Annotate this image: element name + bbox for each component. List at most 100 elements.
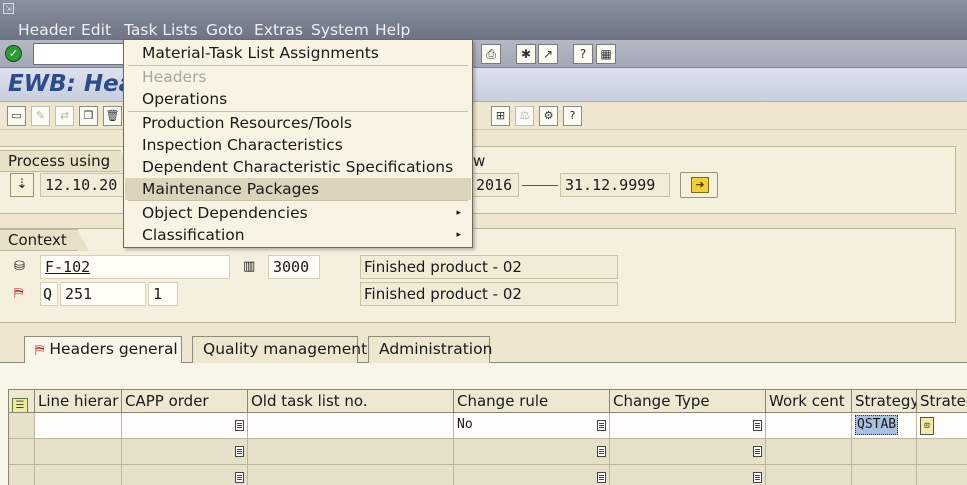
table-cell	[917, 439, 967, 465]
menu-edit[interactable]: Edit	[81, 21, 111, 39]
value-help-icon[interactable]	[235, 472, 244, 483]
hierarchy-icon[interactable]: ⊞	[491, 106, 510, 126]
menu-item-operations[interactable]: Operations	[125, 88, 471, 110]
layout-icon[interactable]: ▦	[596, 44, 616, 64]
submenu-arrow-icon: ▸	[456, 230, 461, 240]
table-cell[interactable]	[122, 413, 248, 439]
table-cell	[766, 465, 852, 485]
table-cell	[248, 439, 454, 465]
row-selector[interactable]	[9, 465, 35, 485]
change-rule-cell[interactable]: No	[454, 413, 610, 439]
table-settings-icon[interactable]: ☰	[9, 389, 35, 413]
table-cell	[122, 465, 248, 485]
menu-item-material-task-list-assignments[interactable]: Material-Task List Assignments	[125, 42, 471, 64]
menu-item-dependent-characteristic-specifications[interactable]: Dependent Characteristic Specifications	[125, 156, 471, 178]
menu-task-lists[interactable]: Task Lists	[124, 21, 198, 39]
table-cell	[454, 439, 610, 465]
value-help-icon[interactable]	[597, 472, 606, 483]
menu-item-label: Dependent Characteristic Specifications	[142, 158, 454, 176]
task-list-tab-icon: ⛿	[35, 343, 45, 358]
date-to-field[interactable]: 31.12.9999	[560, 173, 670, 197]
table-cell[interactable]	[248, 413, 454, 439]
help-icon[interactable]: ?	[573, 44, 593, 64]
col-change-rule[interactable]: Change rule	[454, 389, 610, 413]
menu-item-label: Maintenance Packages	[142, 180, 320, 198]
col-line-hierarchy[interactable]: Line hierar	[35, 389, 122, 413]
table-cell	[852, 465, 917, 485]
find-icon[interactable]: ✱	[516, 44, 536, 64]
table-cell[interactable]	[766, 413, 852, 439]
tab-administration[interactable]: Administration	[368, 336, 493, 363]
create-icon[interactable]: ▭	[7, 106, 26, 126]
task-list-icon: ⛿	[14, 286, 24, 301]
value-help-icon[interactable]	[753, 472, 762, 483]
menu-item-classification[interactable]: Classification ▸	[125, 224, 471, 246]
material-field[interactable]: F-102	[40, 255, 230, 279]
col-capp-order[interactable]: CAPP order	[122, 389, 248, 413]
menu-item-label: Classification	[142, 226, 245, 244]
value-help-icon[interactable]	[235, 420, 244, 431]
table-cell	[610, 465, 766, 485]
find-next-icon[interactable]: ↗	[538, 44, 558, 64]
value-help-button-icon[interactable]: ⊡	[920, 417, 934, 435]
col-change-type[interactable]: Change Type	[610, 389, 766, 413]
menu-item-label: Operations	[142, 90, 228, 108]
table-cell	[122, 439, 248, 465]
menu-item-inspection-characteristics[interactable]: Inspection Characteristics	[125, 134, 471, 156]
col-strategy-2[interactable]: Strateg	[917, 389, 967, 413]
table-cell	[766, 439, 852, 465]
page-title: EWB: Hea	[8, 71, 135, 97]
menu-extras[interactable]: Extras	[254, 21, 303, 39]
window-menu-icon[interactable]: ⇲	[3, 3, 14, 14]
headers-table: ☰ Line hierar CAPP order Old task list n…	[8, 389, 967, 485]
date-picker-icon[interactable]: ⇣	[10, 173, 34, 197]
date-from-field[interactable]: 12.10.20	[40, 173, 128, 197]
table-cell[interactable]	[610, 413, 766, 439]
task-list-description: Finished product - 02	[360, 282, 618, 306]
group-field[interactable]: 251	[60, 282, 146, 306]
col-old-task-list-no[interactable]: Old task list no.	[248, 389, 454, 413]
value-help-icon[interactable]	[235, 446, 244, 457]
table-cell	[917, 465, 967, 485]
group-counter-field[interactable]: 1	[148, 282, 178, 306]
menu-item-production-resources-tools[interactable]: Production Resources/Tools	[125, 112, 471, 134]
menu-item-headers: Headers	[125, 66, 471, 88]
menu-item-maintenance-packages[interactable]: Maintenance Packages	[125, 178, 471, 200]
value-help-icon[interactable]	[597, 446, 606, 457]
info-help-icon[interactable]: ?	[563, 106, 582, 126]
menu-header[interactable]: Header	[18, 21, 74, 39]
delete-icon[interactable]: 🗑	[103, 106, 122, 126]
strategy-cell[interactable]: QSTAB	[852, 413, 917, 439]
row-selector[interactable]	[9, 439, 35, 465]
tab-headers-general[interactable]: ⛿ Headers general	[24, 336, 182, 363]
table-cell[interactable]	[35, 413, 122, 439]
menu-system[interactable]: System	[311, 21, 369, 39]
submenu-arrow-icon: ▸	[456, 208, 461, 218]
tab-quality-management[interactable]: Quality management	[192, 336, 367, 363]
settings-icon[interactable]: ⚙	[539, 106, 558, 126]
print-icon[interactable]: ⎙	[481, 44, 501, 64]
apply-dates-button[interactable]: ➜	[680, 172, 718, 198]
value-help-icon[interactable]	[753, 420, 762, 431]
menu-help[interactable]: Help	[375, 21, 410, 39]
table-cell	[248, 465, 454, 485]
table-cell	[454, 465, 610, 485]
table-cell[interactable]: ⊡	[917, 413, 967, 439]
copy-icon[interactable]: ❐	[79, 106, 98, 126]
date-from-year-field[interactable]: 2016	[471, 173, 519, 197]
menu-goto[interactable]: Goto	[206, 21, 243, 39]
date-range-dash	[522, 185, 558, 186]
plant-field[interactable]: 3000	[268, 255, 320, 279]
tab-administration-label: Administration	[379, 340, 493, 358]
menu-item-label: Inspection Characteristics	[142, 136, 343, 154]
row-selector[interactable]	[9, 413, 35, 439]
col-work-center[interactable]: Work cent	[766, 389, 852, 413]
enter-check-icon[interactable]: ✓	[5, 45, 22, 62]
menu-item-object-dependencies[interactable]: Object Dependencies ▸	[125, 202, 471, 224]
col-strategy[interactable]: Strategy	[852, 389, 917, 413]
value-help-icon[interactable]	[753, 446, 762, 457]
task-list-type-field[interactable]: Q	[40, 282, 58, 306]
command-field[interactable]	[33, 43, 125, 65]
edit-pencil-icon: ✎	[31, 106, 50, 126]
value-help-icon[interactable]	[597, 420, 606, 431]
